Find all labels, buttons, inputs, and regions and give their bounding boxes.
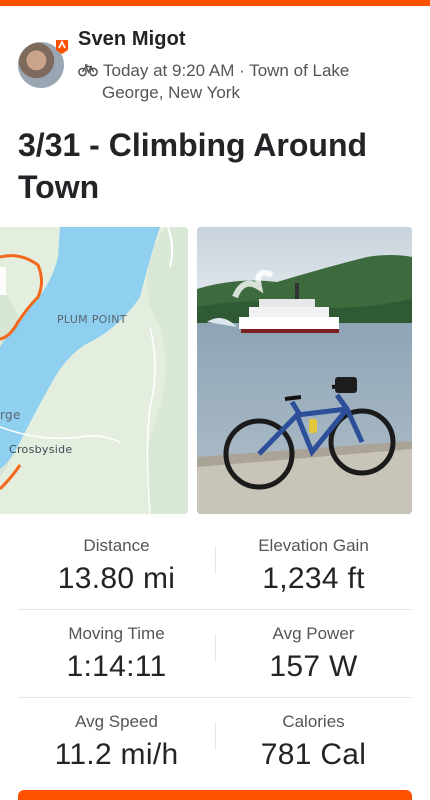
stat-label: Elevation Gain bbox=[258, 536, 369, 555]
subscriber-badge-icon bbox=[56, 39, 68, 54]
stat-value: 157 W bbox=[269, 650, 358, 683]
stat-row: Avg Speed 11.2 mi/h Calories 781 Cal bbox=[18, 698, 412, 786]
map-label-crosbyside: Crosbyside bbox=[9, 443, 73, 456]
activity-stats: Distance 13.80 mi Elevation Gain 1,234 f… bbox=[18, 522, 412, 786]
stat-label: Avg Power bbox=[272, 624, 355, 643]
stat-value: 11.2 mi/h bbox=[54, 738, 179, 771]
stat-label: Distance bbox=[83, 536, 150, 555]
stat-value: 1,234 ft bbox=[262, 562, 365, 595]
activity-header: Sven Migot Today at 9:20 AM · Town of La… bbox=[18, 28, 418, 104]
stat-label: Avg Speed bbox=[75, 712, 158, 731]
bike-icon bbox=[78, 64, 98, 77]
activity-meta: Today at 9:20 AM · Town of Lake George, … bbox=[78, 60, 408, 104]
athlete-avatar[interactable] bbox=[18, 39, 68, 88]
activity-title[interactable]: 3/31 - Climbing Around Town bbox=[18, 124, 418, 208]
bottom-action-bar[interactable] bbox=[18, 790, 412, 800]
athlete-name[interactable]: Sven Migot bbox=[78, 28, 186, 51]
activity-location-line1: Town of Lake bbox=[249, 61, 350, 80]
activity-media-carousel[interactable]: PLUM POINT rge Crosbyside bbox=[0, 227, 430, 514]
stat-moving-time: Moving Time 1:14:11 bbox=[18, 610, 215, 698]
route-map-graphic bbox=[0, 227, 188, 514]
stat-calories: Calories 781 Cal bbox=[215, 698, 412, 786]
photo-bike-by-lake bbox=[197, 227, 412, 514]
stat-avg-speed: Avg Speed 11.2 mi/h bbox=[18, 698, 215, 786]
stat-value: 13.80 mi bbox=[57, 562, 176, 595]
stat-avg-power: Avg Power 157 W bbox=[215, 610, 412, 698]
stat-elevation-gain: Elevation Gain 1,234 ft bbox=[215, 522, 412, 610]
activity-location-line2: George, New York bbox=[102, 83, 240, 102]
stat-label: Calories bbox=[282, 712, 345, 731]
activity-photo[interactable] bbox=[197, 227, 412, 514]
stat-value: 781 Cal bbox=[260, 738, 367, 771]
stat-distance: Distance 13.80 mi bbox=[18, 522, 215, 610]
map-label-george: rge bbox=[0, 408, 21, 422]
route-map[interactable]: PLUM POINT rge Crosbyside bbox=[0, 227, 188, 514]
map-label-plum-point: PLUM POINT bbox=[57, 313, 127, 326]
activity-time: Today at 9:20 AM bbox=[103, 61, 235, 80]
stat-row: Moving Time 1:14:11 Avg Power 157 W bbox=[18, 610, 412, 698]
stat-value: 1:14:11 bbox=[66, 650, 167, 683]
stat-row: Distance 13.80 mi Elevation Gain 1,234 f… bbox=[18, 522, 412, 610]
stat-label: Moving Time bbox=[68, 624, 165, 643]
meta-separator: · bbox=[239, 61, 245, 80]
top-accent-bar bbox=[0, 0, 430, 6]
